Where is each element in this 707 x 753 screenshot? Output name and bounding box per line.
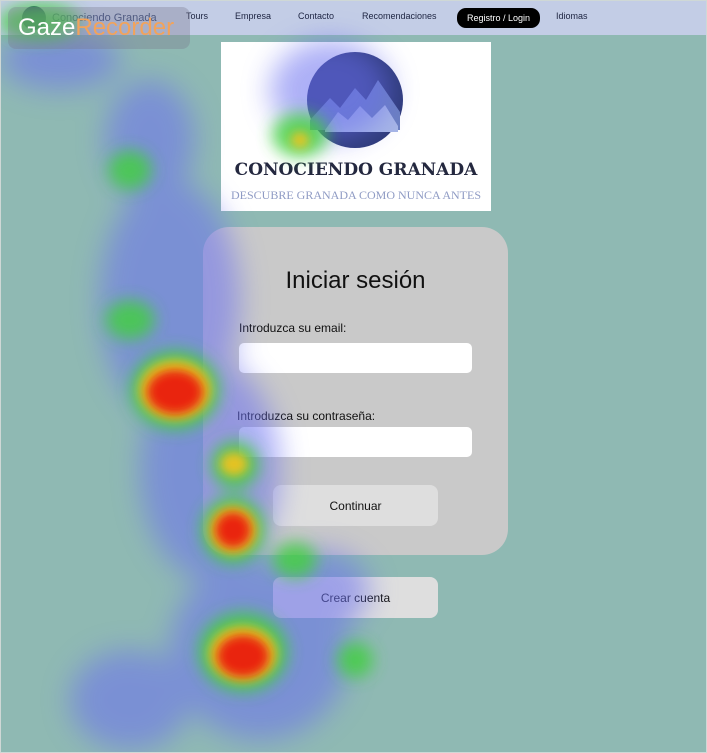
mountain-logo-icon (307, 52, 403, 148)
login-card: Iniciar sesión Introduzca su email: Intr… (203, 227, 508, 555)
hero-subtitle: DESCUBRE GRANADA COMO NUNCA ANTES (230, 188, 482, 202)
watermark-part1: Gaze (18, 14, 76, 41)
create-account-button[interactable]: Crear cuenta (273, 577, 438, 618)
hero-logo-banner: CONOCIENDO GRANADA DESCUBRE GRANADA COMO… (221, 42, 491, 211)
login-title: Iniciar sesión (285, 267, 426, 294)
email-field[interactable] (239, 343, 472, 373)
password-label: Introduzca su contraseña: (237, 409, 376, 423)
watermark-part2: Recorder (75, 14, 175, 41)
nav-link-contacto[interactable]: Contacto (298, 11, 334, 21)
email-label: Introduzca su email: (239, 321, 347, 335)
hero-title: CONOCIENDO GRANADA (234, 160, 478, 180)
nav-link-recomendaciones[interactable]: Recomendaciones (362, 11, 437, 21)
gazerecorder-watermark: GazeRecorder (8, 7, 190, 49)
continue-button[interactable]: Continuar (273, 485, 438, 526)
login-register-button[interactable]: Registro / Login (457, 8, 540, 28)
nav-link-empresa[interactable]: Empresa (235, 11, 271, 21)
nav-link-idiomas[interactable]: Idiomas (556, 11, 588, 21)
password-field[interactable] (239, 427, 472, 457)
